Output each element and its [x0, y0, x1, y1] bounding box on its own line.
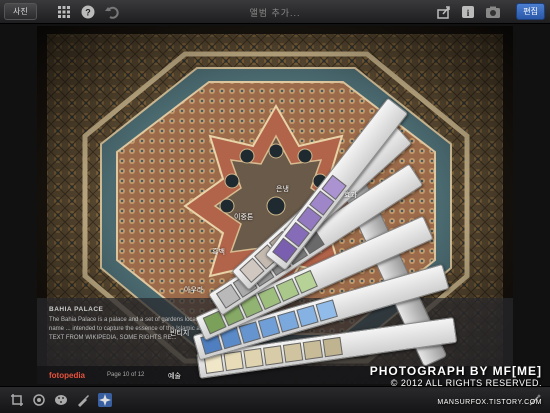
info-icon[interactable]: i: [460, 4, 476, 20]
top-toolbar: 사진 ? 앨범 추가... i 편집: [0, 0, 550, 24]
watermark-copyright: © 2012 ALL RIGHTS RESERVED.: [390, 378, 542, 388]
watermark-url: MANSURFOX.TISTORY.COM: [437, 399, 542, 406]
camera-icon[interactable]: [485, 4, 501, 20]
crop-icon[interactable]: [10, 393, 24, 407]
rotate-icon[interactable]: [32, 393, 46, 407]
edit-button[interactable]: 편집: [516, 3, 545, 20]
brush-icon[interactable]: [76, 393, 90, 407]
fotopedia-logo[interactable]: fotopedia: [49, 371, 85, 380]
effects-icon[interactable]: [98, 393, 112, 407]
color-icon[interactable]: [54, 393, 68, 407]
share-icon[interactable]: [436, 4, 452, 20]
watermark-credit: PHOTOGRAPH BY MF[ME]: [369, 364, 542, 378]
page-indicator: Page 10 of 12: [107, 372, 145, 378]
